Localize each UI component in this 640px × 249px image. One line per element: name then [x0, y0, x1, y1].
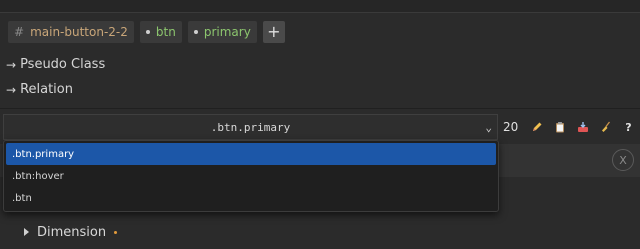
modified-dot-icon — [114, 230, 118, 234]
selector-chips: # main-button-2-2 btn primary + — [8, 21, 285, 43]
state-bar: .btn.primary ⌄ 20 ? — [0, 114, 640, 140]
relation-section[interactable]: → Relation — [6, 82, 73, 97]
clipboard-icon[interactable] — [548, 114, 571, 140]
class-chip-primary[interactable]: primary — [187, 21, 257, 43]
divider — [0, 108, 640, 109]
arrow-right-icon: → — [6, 57, 17, 72]
pencil-icon[interactable] — [525, 114, 548, 140]
state-dropdown-list: .btn.primary .btn:hover .btn — [3, 140, 499, 212]
close-icon[interactable]: X — [612, 149, 634, 171]
class-dot-icon — [193, 30, 198, 34]
id-chip[interactable]: # main-button-2-2 — [8, 21, 134, 43]
dropdown-option[interactable]: .btn.primary — [6, 143, 496, 165]
chevron-down-icon: ⌄ — [485, 121, 492, 134]
dropdown-option[interactable]: .btn:hover — [6, 165, 496, 187]
relation-label: Relation — [20, 82, 73, 97]
state-select[interactable]: .btn.primary ⌄ — [3, 114, 498, 140]
hash-symbol: # — [14, 25, 25, 39]
class-name: primary — [203, 25, 251, 39]
state-toolbar: 20 ? — [503, 114, 640, 140]
class-chip-btn[interactable]: btn — [139, 21, 182, 43]
arrow-right-icon: → — [6, 82, 17, 97]
dropdown-option[interactable]: .btn — [6, 187, 496, 209]
pseudo-class-section[interactable]: → Pseudo Class — [6, 57, 105, 72]
class-name: btn — [155, 25, 176, 39]
help-button[interactable]: ? — [617, 114, 640, 140]
dimension-label: Dimension — [37, 224, 107, 240]
class-dot-icon — [145, 30, 150, 34]
pseudo-class-label: Pseudo Class — [20, 57, 106, 72]
top-edge — [0, 0, 640, 13]
selector-count: 20 — [503, 120, 519, 134]
dimension-section[interactable]: Dimension — [24, 224, 118, 240]
inbox-tray-icon[interactable] — [571, 114, 594, 140]
broom-icon[interactable] — [594, 114, 617, 140]
state-select-value: .btn.primary — [210, 120, 291, 134]
help-icon: ? — [625, 120, 632, 134]
add-selector-button[interactable]: + — [262, 21, 285, 43]
caret-right-icon — [24, 228, 29, 236]
id-name: main-button-2-2 — [30, 25, 128, 39]
